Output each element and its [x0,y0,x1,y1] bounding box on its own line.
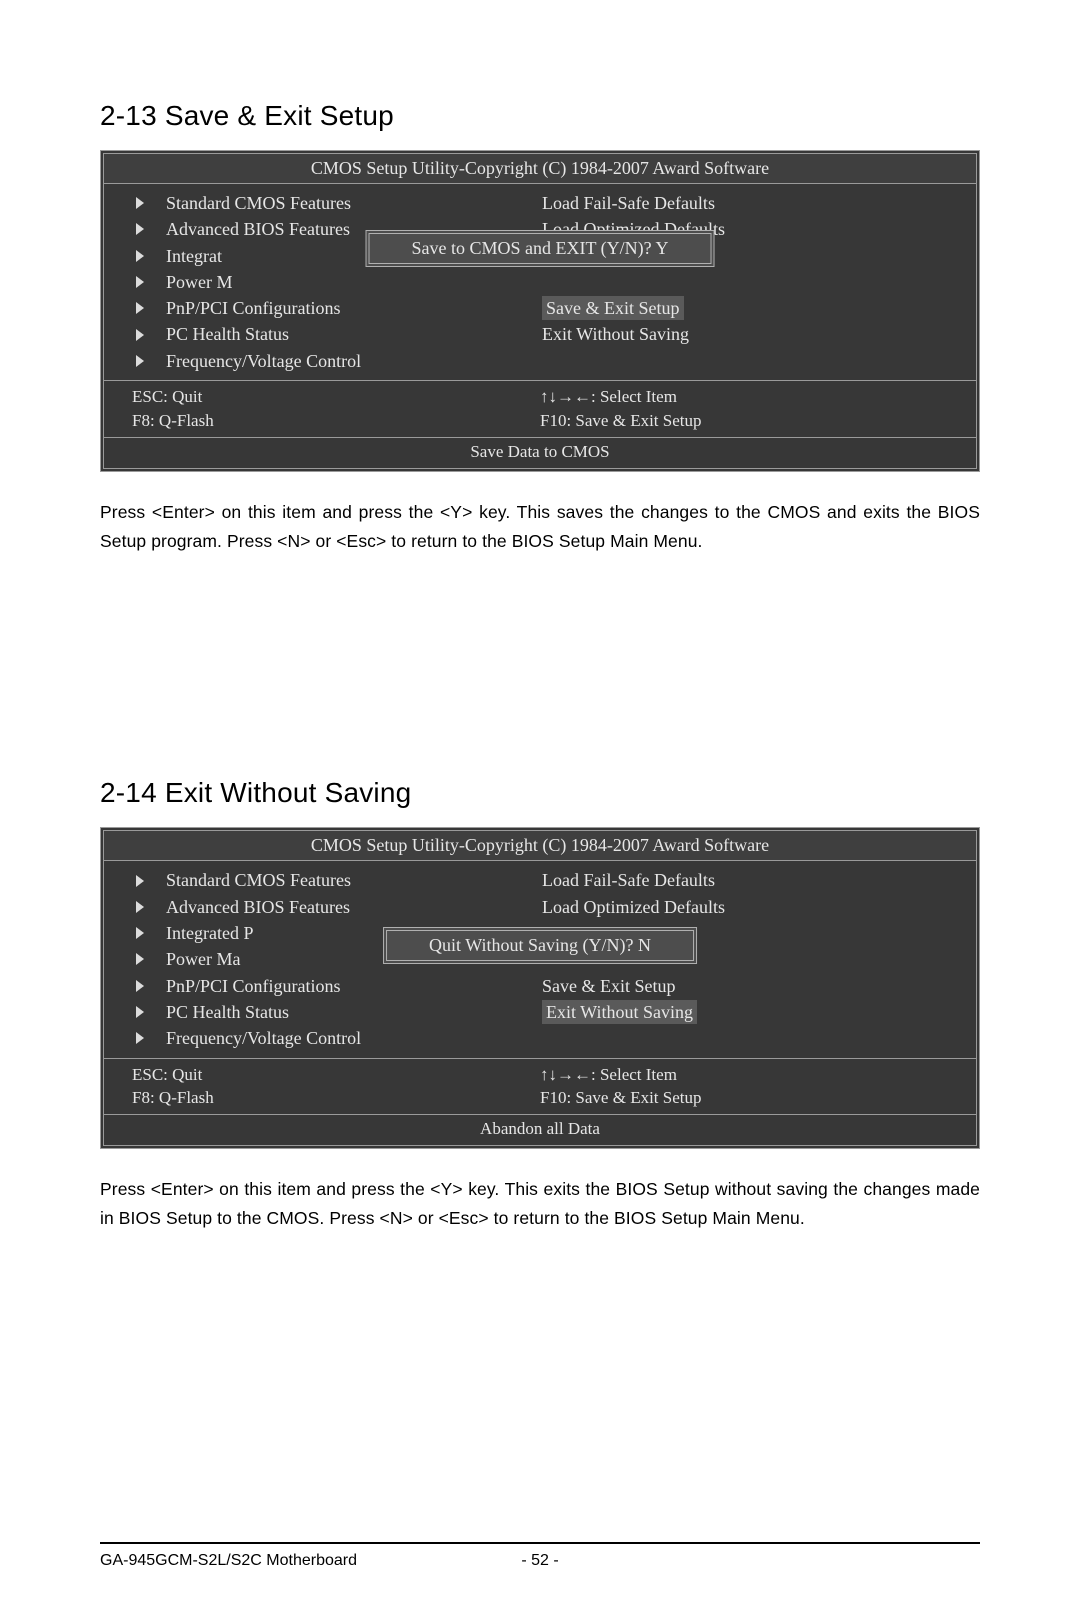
menu-item[interactable]: Advanced BIOS Features [116,894,540,920]
menu-item[interactable]: Standard CMOS Features [116,190,540,216]
bios-right-col: Load Fail-Safe Defaults Load Optimized D… [540,190,964,374]
menu-item[interactable]: Power M [116,269,540,295]
menu-item[interactable]: Save & Exit Setup [540,973,964,999]
key-hint: F10: Save & Exit Setup [540,1086,948,1110]
menu-label: PC Health Status [166,322,289,346]
menu-item[interactable]: PC Health Status [116,999,540,1025]
confirm-dialog-quit[interactable]: Quit Without Saving (Y/N)? N [383,927,697,964]
section-heading-save-exit: 2-13 Save & Exit Setup [100,100,980,132]
menu-item[interactable]: PnP/PCI Configurations [116,973,540,999]
menu-label: Advanced BIOS Features [166,217,350,241]
caret-icon [136,953,144,965]
bios-keybar: ESC: Quit F8: Q-Flash ↑↓→←: Select Item … [104,380,976,437]
caret-icon [136,875,144,887]
caret-icon [136,927,144,939]
menu-label: Advanced BIOS Features [166,895,350,919]
menu-label-highlighted: Save & Exit Setup [542,296,684,320]
menu-label: Integrat [166,244,222,268]
caret-icon [136,901,144,913]
menu-item[interactable]: Save & Exit Setup [540,295,964,321]
menu-item[interactable]: Standard CMOS Features [116,867,540,893]
menu-label: Integrated P [166,921,253,945]
menu-label: Power Ma [166,947,241,971]
bios-title: CMOS Setup Utility-Copyright (C) 1984-20… [104,154,976,184]
footer-model: GA-945GCM-S2L/S2C Motherboard [100,1552,487,1570]
key-hint: ↑↓→←: Select Item [540,1063,948,1087]
bios-title: CMOS Setup Utility-Copyright (C) 1984-20… [104,831,976,861]
menu-item[interactable]: Exit Without Saving [540,321,964,347]
bios-help: Abandon all Data [104,1114,976,1145]
menu-item[interactable]: Exit Without Saving [540,999,964,1025]
menu-label: Standard CMOS Features [166,191,351,215]
menu-item[interactable]: PnP/PCI Configurations [116,295,540,321]
menu-item[interactable]: Load Optimized Defaults [540,894,964,920]
confirm-dialog-save[interactable]: Save to CMOS and EXIT (Y/N)? Y [366,230,715,267]
menu-item [540,269,964,295]
menu-label: Exit Without Saving [542,322,689,346]
key-hint: F10: Save & Exit Setup [540,409,948,433]
caret-icon [136,197,144,209]
bios-help: Save Data to CMOS [104,437,976,468]
caret-icon [136,1032,144,1044]
menu-label: PnP/PCI Configurations [166,974,341,998]
menu-label: PnP/PCI Configurations [166,296,341,320]
key-hint: ESC: Quit [132,385,540,409]
caret-icon [136,250,144,262]
bios-left-col: Standard CMOS Features Advanced BIOS Fea… [116,190,540,374]
menu-label: Load Optimized Defaults [542,895,725,919]
footer-page: - 52 - [487,1552,593,1570]
caret-icon [136,276,144,288]
page-footer: GA-945GCM-S2L/S2C Motherboard - 52 - [100,1552,980,1570]
key-hint: F8: Q-Flash [132,409,540,433]
caret-icon [136,302,144,314]
footer-rule [100,1542,980,1544]
menu-label: Power M [166,270,233,294]
section-heading-exit-nosave: 2-14 Exit Without Saving [100,777,980,809]
section-description: Press <Enter> on this item and press the… [100,1175,980,1233]
menu-item[interactable]: PC Health Status [116,321,540,347]
bios-panel-exit-nosave: CMOS Setup Utility-Copyright (C) 1984-20… [100,827,980,1149]
caret-icon [136,223,144,235]
menu-label: Frequency/Voltage Control [166,1026,361,1050]
menu-label: Load Fail-Safe Defaults [542,191,715,215]
caret-icon [136,355,144,367]
key-hint: ↑↓→←: Select Item [540,385,948,409]
menu-label: Frequency/Voltage Control [166,349,361,373]
bios-panel-save-exit: CMOS Setup Utility-Copyright (C) 1984-20… [100,150,980,472]
section-description: Press <Enter> on this item and press the… [100,498,980,556]
bios-menu-body: Standard CMOS Features Advanced BIOS Fea… [104,184,976,380]
menu-label: PC Health Status [166,1000,289,1024]
menu-label: Save & Exit Setup [542,974,676,998]
menu-item[interactable]: Load Fail-Safe Defaults [540,190,964,216]
menu-label: Load Fail-Safe Defaults [542,868,715,892]
menu-label: Standard CMOS Features [166,868,351,892]
bios-keybar: ESC: Quit F8: Q-Flash ↑↓→←: Select Item … [104,1058,976,1115]
menu-item[interactable]: Load Fail-Safe Defaults [540,867,964,893]
caret-icon [136,1006,144,1018]
key-hint: F8: Q-Flash [132,1086,540,1110]
caret-icon [136,980,144,992]
menu-label-highlighted: Exit Without Saving [542,1000,697,1024]
key-hint: ESC: Quit [132,1063,540,1087]
menu-item[interactable]: Frequency/Voltage Control [116,348,540,374]
menu-item[interactable]: Frequency/Voltage Control [116,1025,540,1051]
caret-icon [136,329,144,341]
